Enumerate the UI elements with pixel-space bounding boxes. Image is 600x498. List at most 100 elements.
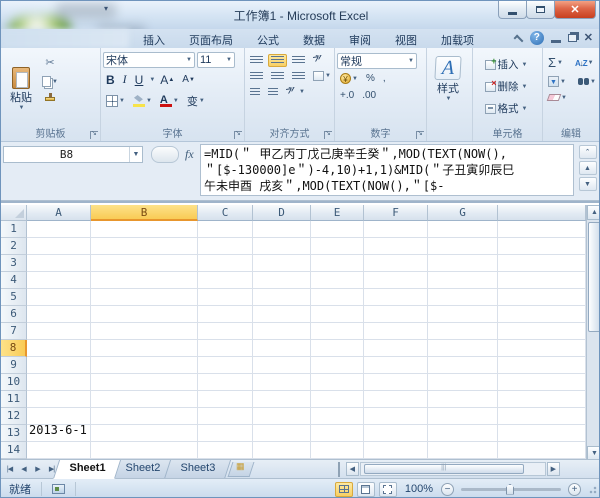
insert-worksheet-icon[interactable] [227, 461, 255, 477]
horizontal-scrollbar[interactable]: ◀ ▶ [345, 462, 560, 476]
vertical-scrollbar[interactable]: ▲ ▼ [586, 205, 599, 461]
middle-align-button[interactable] [268, 53, 287, 67]
alignment-dialog-launcher-icon[interactable] [324, 129, 332, 139]
zoom-slider[interactable] [461, 483, 561, 495]
decrease-indent-button[interactable] [247, 86, 263, 99]
row-header-2[interactable]: 2 [1, 238, 27, 255]
row-header-4[interactable]: 4 [1, 272, 27, 289]
format-cells-button[interactable]: 格式 ▼ [475, 99, 537, 118]
column-header-B[interactable]: B [91, 205, 198, 221]
macro-record-icon[interactable] [52, 484, 65, 494]
formula-scroll-down-icon[interactable]: ▼ [578, 177, 597, 191]
increase-decimal-button[interactable]: +.0 [337, 88, 357, 103]
underline-button[interactable]: U [132, 71, 147, 89]
minimize-button[interactable] [498, 1, 527, 19]
vertical-scroll-thumb[interactable] [588, 222, 599, 332]
delete-cells-button[interactable]: 删除▼ [475, 77, 537, 96]
zoom-out-icon[interactable]: − [441, 482, 454, 496]
increase-indent-button[interactable] [265, 86, 281, 99]
row-header-10[interactable]: 10 [1, 374, 27, 391]
workbook-restore-icon[interactable] [567, 34, 577, 42]
row-header-1[interactable]: 1 [1, 221, 27, 238]
zoom-slider-thumb[interactable] [506, 483, 514, 495]
decrease-decimal-button[interactable]: .00 [359, 88, 379, 103]
grow-font-button[interactable]: A ▲ [157, 71, 177, 89]
ribbon-tab-页面布局[interactable]: 页面布局 [177, 29, 245, 48]
clear-button[interactable]: ▼ [545, 92, 570, 103]
font-dialog-launcher-icon[interactable] [234, 129, 242, 139]
row-header-8[interactable]: 8 [1, 340, 27, 357]
percent-style-button[interactable]: % [363, 71, 378, 86]
formula-bar-collapse-icon[interactable]: ⌃ [578, 145, 597, 159]
shrink-font-button[interactable]: A ▼ [179, 72, 198, 87]
ribbon-tab-审阅[interactable]: 审阅 [337, 29, 383, 48]
row-header-12[interactable]: 12 [1, 408, 27, 425]
number-format-combo[interactable]: 常规 ▼ [337, 53, 417, 69]
align-left-button[interactable] [247, 70, 266, 83]
comma-style-button[interactable]: , [380, 71, 389, 86]
help-icon[interactable]: ? [529, 31, 544, 45]
row-header-11[interactable]: 11 [1, 391, 27, 408]
column-header-D[interactable]: D [253, 205, 311, 221]
cut-button[interactable]: ✂ [39, 54, 61, 71]
find-select-button[interactable]: ▼ [575, 76, 599, 87]
scroll-up-icon[interactable]: ▲ [587, 205, 599, 220]
collapse-ribbon-icon[interactable] [513, 34, 524, 45]
sheet-tab-Sheet1[interactable]: Sheet1 [52, 459, 122, 479]
row-header-14[interactable]: 14 [1, 442, 27, 459]
ribbon-tab-插入[interactable]: 插入 [131, 29, 177, 48]
orientation-button[interactable] [310, 53, 328, 67]
workbook-minimize-icon[interactable] [550, 39, 561, 43]
autosum-button[interactable]: Σ ▼ [545, 55, 566, 71]
zoom-level[interactable]: 100% [405, 483, 433, 495]
fill-button[interactable]: ▼ ▼ [545, 74, 569, 89]
close-button[interactable]: ✕ [554, 1, 596, 19]
number-dialog-launcher-icon[interactable] [416, 129, 424, 139]
cell-styles-button[interactable]: A 样式 ▼ [429, 50, 467, 104]
row-header-7[interactable]: 7 [1, 323, 27, 340]
next-sheet-icon[interactable]: ▶ [31, 463, 44, 476]
scroll-right-icon[interactable]: ▶ [546, 462, 560, 476]
select-all-corner[interactable] [1, 205, 27, 221]
scroll-left-icon[interactable]: ◀ [345, 462, 359, 476]
bold-button[interactable]: B [103, 71, 118, 89]
formula-scroll-up-icon[interactable]: ▲ [578, 161, 597, 175]
quick-access-toolbar-dropdown-icon[interactable]: ▾ [104, 4, 108, 13]
format-painter-button[interactable] [39, 92, 61, 103]
zoom-in-icon[interactable]: + [568, 482, 581, 496]
name-box-dropdown-icon[interactable]: ▼ [129, 147, 142, 162]
row-header-9[interactable]: 9 [1, 357, 27, 374]
normal-view-button[interactable] [334, 481, 353, 497]
fill-color-button[interactable]: ▼ [130, 93, 155, 109]
tab-split-handle[interactable] [337, 461, 344, 477]
italic-button[interactable]: I [120, 70, 130, 89]
ribbon-tab-数据[interactable]: 数据 [291, 29, 337, 48]
name-box[interactable]: B8 ▼ [3, 146, 143, 163]
paste-button[interactable]: 粘贴 ▼ [3, 50, 39, 124]
insert-function-button[interactable]: fx [185, 147, 194, 162]
column-header-G[interactable]: G [428, 205, 498, 221]
maximize-button[interactable] [526, 1, 555, 19]
column-header-F[interactable]: F [364, 205, 428, 221]
column-header-E[interactable]: E [311, 205, 364, 221]
sort-filter-button[interactable]: A↓Z ▼ [572, 57, 597, 70]
insert-cells-button[interactable]: 插入▼ [475, 55, 537, 74]
font-size-combo[interactable]: 11 ▼ [197, 52, 235, 68]
ribbon-tab-加载项[interactable]: 加载项 [429, 29, 486, 48]
ribbon-tab-视图[interactable]: 视图 [383, 29, 429, 48]
font-name-combo[interactable]: 宋体 ▼ [103, 52, 195, 68]
column-header-partial[interactable] [498, 205, 586, 221]
phonetic-guide-button[interactable]: 变 ▼ [184, 91, 208, 111]
column-header-A[interactable]: A [27, 205, 91, 221]
align-top-button[interactable] [247, 54, 266, 67]
accounting-format-button[interactable]: ¥ ▼ [337, 71, 361, 86]
cell-A1[interactable]: 2013-6-1 [29, 422, 91, 439]
row-header-6[interactable]: 6 [1, 306, 27, 323]
workbook-close-icon[interactable]: ✕ [584, 32, 593, 44]
ribbon-tab-公式[interactable]: 公式 [245, 29, 291, 48]
clipboard-dialog-launcher-icon[interactable] [90, 129, 98, 139]
grid-body[interactable] [27, 221, 586, 461]
align-right-button[interactable] [289, 70, 308, 83]
sheet-tab-Sheet3[interactable]: Sheet3 [163, 459, 231, 479]
font-color-button[interactable]: A ▼ [157, 93, 182, 109]
